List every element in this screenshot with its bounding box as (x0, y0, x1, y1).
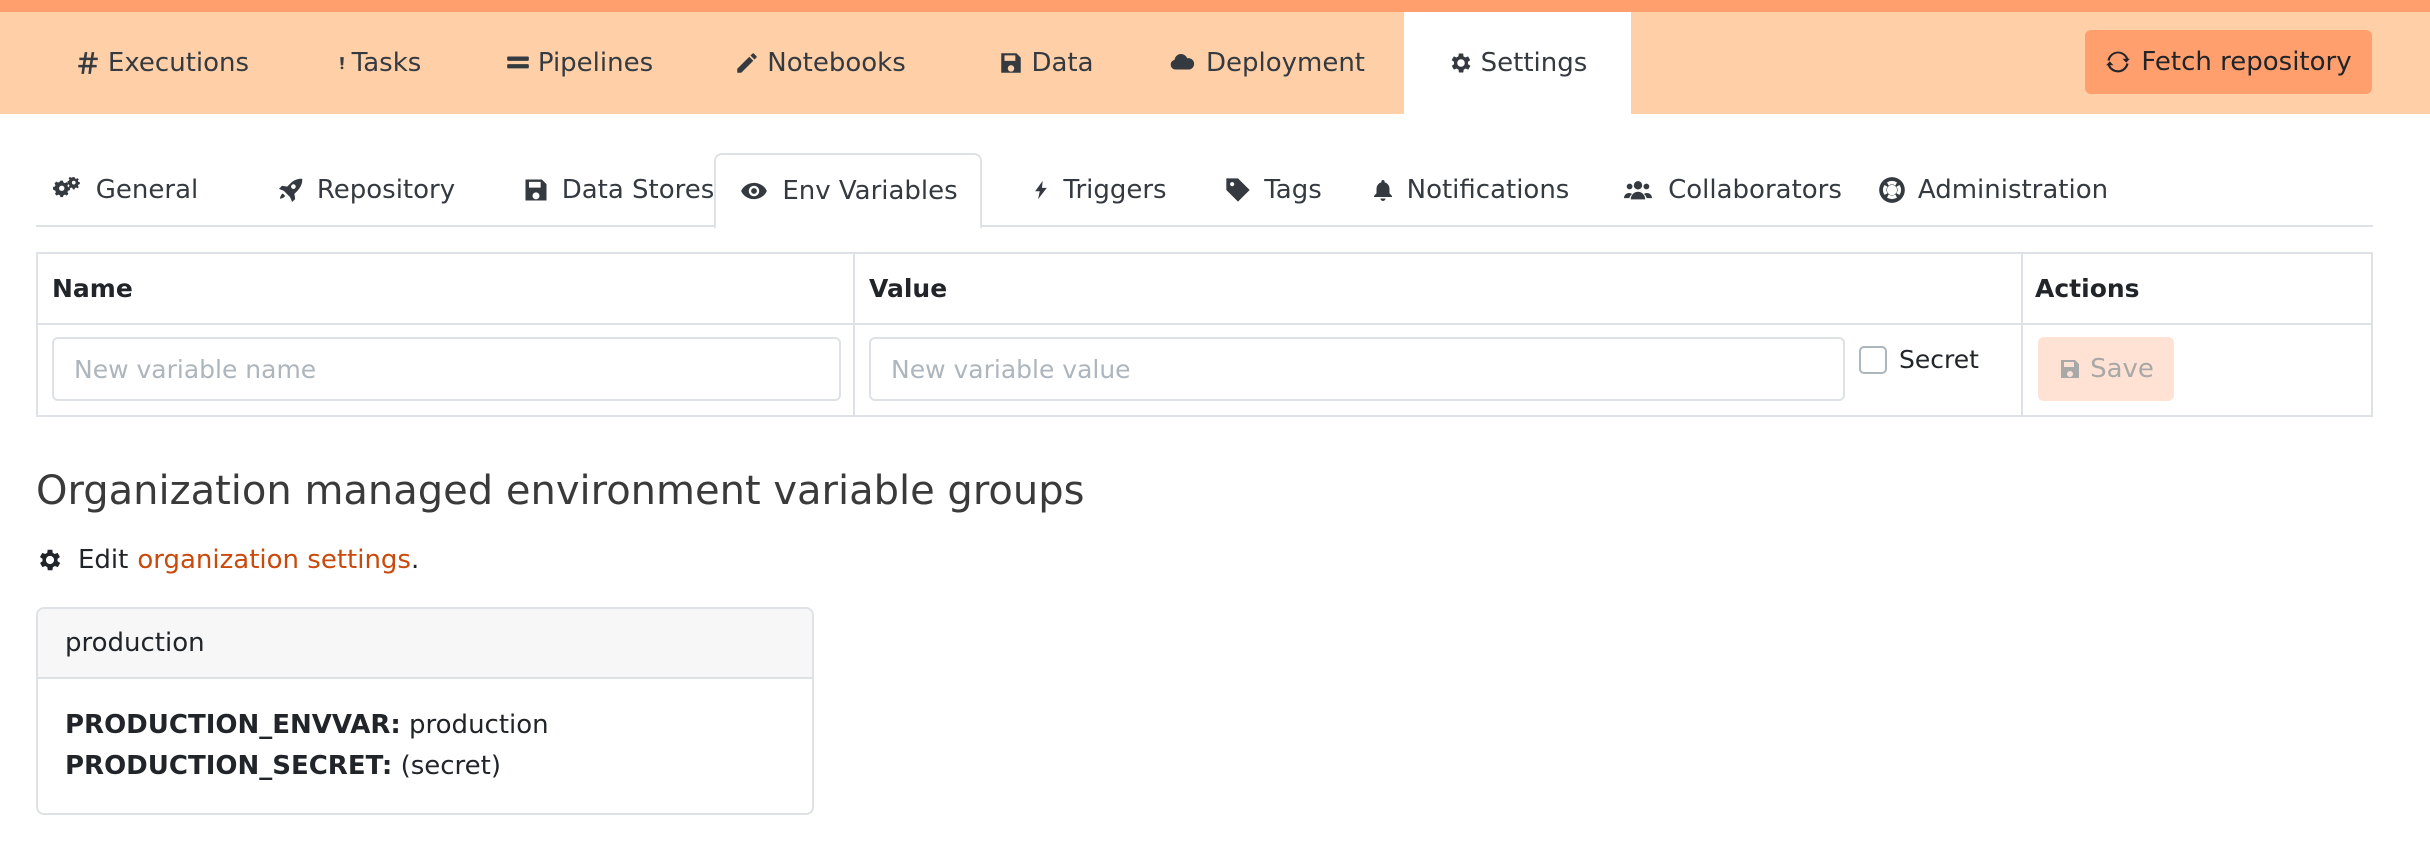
tab-notifications[interactable]: Notifications (1352, 153, 1588, 227)
tab-tags[interactable]: Tags (1197, 153, 1349, 227)
bell-icon (1373, 180, 1392, 201)
organization-settings-link[interactable]: organization settings (137, 545, 411, 575)
nav-tasks[interactable]: Tasks (316, 12, 440, 114)
nav-label: Notebooks (767, 48, 906, 78)
env-group-name: production (38, 609, 812, 679)
edit-suffix: . (410, 545, 420, 575)
equals-icon (507, 56, 529, 69)
tab-administration[interactable]: Administration (1874, 153, 2112, 227)
cogs-icon (52, 176, 80, 198)
nav-pipelines[interactable]: Pipelines (494, 12, 664, 114)
save-icon (525, 179, 547, 201)
tab-label: Triggers (1063, 175, 1167, 205)
new-variable-name-input[interactable] (52, 337, 841, 401)
top-navigation: Executions Tasks Pipelines Notebooks Dat… (0, 12, 2430, 114)
tab-label: Collaborators (1668, 175, 1842, 205)
tag-icon (1226, 178, 1250, 202)
nav-label: Executions (107, 48, 250, 78)
column-header-name: Name (52, 274, 133, 303)
env-group-variable-row: PRODUCTION_ENVVAR: production (65, 705, 785, 746)
nav-executions[interactable]: Executions (62, 12, 262, 114)
nav-label: Tasks (351, 48, 422, 78)
fetch-repository-label: Fetch repository (2141, 47, 2352, 77)
edit-organization-settings-line: Edit organization settings . (36, 540, 419, 580)
sync-icon (2106, 51, 2131, 73)
settings-tabs: General Repository Data Stores Env Varia… (36, 153, 2373, 229)
tab-env-variables[interactable]: Env Variables (714, 153, 982, 229)
nav-deployment[interactable]: Deployment (1160, 12, 1370, 114)
save-icon (1001, 53, 1022, 73)
column-header-actions: Actions (2035, 274, 2140, 303)
nav-label: Pipelines (537, 48, 654, 78)
column-divider (853, 254, 855, 415)
variable-key: PRODUCTION_SECRET: (65, 751, 393, 781)
cog-icon (1451, 53, 1471, 73)
tab-label: Data Stores (561, 175, 715, 205)
cog-icon (39, 549, 61, 571)
exclamation-icon (339, 57, 344, 70)
tab-label: Repository (316, 175, 456, 205)
bolt-icon (1035, 180, 1048, 200)
save-variable-button[interactable]: Save (2038, 337, 2174, 401)
tab-repository[interactable]: Repository (242, 153, 490, 227)
nav-label: Settings (1480, 48, 1588, 78)
fetch-repository-button[interactable]: Fetch repository (2085, 30, 2372, 94)
secret-checkbox[interactable] (1859, 346, 1887, 374)
rocket-icon (278, 178, 303, 203)
env-group-variables: PRODUCTION_ENVVAR: production PRODUCTION… (38, 679, 812, 813)
nav-data[interactable]: Data (976, 12, 1116, 114)
nav-label: Data (1031, 48, 1094, 78)
save-label: Save (2090, 354, 2154, 384)
life-ring-icon (1879, 177, 1905, 203)
tab-data-stores[interactable]: Data Stores (495, 153, 741, 227)
tab-collaborators[interactable]: Collaborators (1596, 153, 1866, 227)
variable-key: PRODUCTION_ENVVAR: (65, 710, 401, 740)
hash-icon (78, 52, 98, 74)
tab-label: Notifications (1406, 175, 1570, 205)
variable-value: production (409, 710, 549, 740)
env-group-variable-row: PRODUCTION_SECRET: (secret) (65, 746, 785, 787)
new-variable-value-input[interactable] (869, 337, 1845, 401)
tab-label: General (95, 175, 199, 205)
env-group-card: production PRODUCTION_ENVVAR: production… (36, 607, 814, 815)
top-accent-bar (0, 0, 2430, 12)
column-divider (2021, 254, 2023, 415)
variable-value: (secret) (400, 751, 501, 781)
env-variables-table: Name Value Actions Secret Save (36, 252, 2373, 417)
tab-label: Env Variables (782, 176, 958, 206)
nav-label: Deployment (1205, 48, 1366, 78)
eye-icon (741, 182, 768, 200)
nav-settings[interactable]: Settings (1404, 12, 1631, 114)
tab-label: Administration (1917, 175, 2109, 205)
secret-checkbox-label[interactable]: Secret (1899, 342, 1979, 378)
tab-triggers[interactable]: Triggers (1007, 153, 1191, 227)
pencil-icon (737, 53, 758, 73)
nav-notebooks[interactable]: Notebooks (720, 12, 920, 114)
edit-prefix: Edit (78, 545, 129, 575)
section-title: Organization managed environment variabl… (36, 468, 1085, 514)
tab-label: Tags (1264, 175, 1322, 205)
column-header-value: Value (869, 274, 948, 303)
users-icon (1624, 181, 1653, 200)
tab-general[interactable]: General (36, 153, 212, 227)
cloud-icon (1170, 53, 1195, 70)
save-icon (2061, 360, 2080, 378)
